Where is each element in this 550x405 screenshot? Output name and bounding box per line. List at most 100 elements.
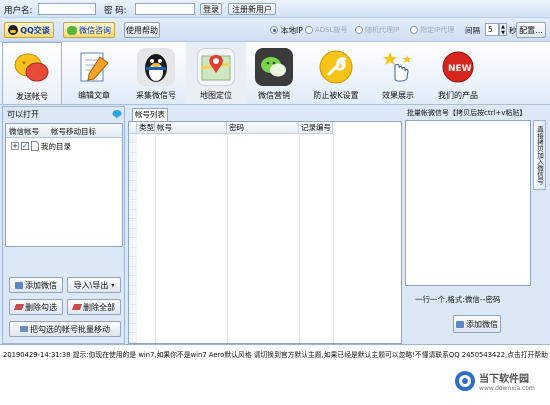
radio-adsl[interactable] — [305, 26, 313, 34]
wechat-consult-button[interactable]: 微信咨询 — [63, 22, 115, 38]
tool-map-location[interactable]: 地图定位 — [186, 42, 246, 104]
interval-spinner[interactable]: ▲ ▼ — [499, 23, 507, 36]
tab-move-target[interactable]: 帐号移动目标 — [51, 126, 96, 137]
chat-bubbles-icon: " — [13, 49, 51, 87]
tab-account-list[interactable]: 帐号列表 — [132, 108, 168, 122]
row-marker — [129, 295, 137, 305]
add-wechat-button[interactable]: 添加微信 — [9, 277, 63, 293]
row-marker — [129, 172, 137, 181]
import-export-button[interactable]: 导入\导出 ▾ — [67, 277, 121, 293]
watermark-url: www.downxia.com — [479, 385, 535, 392]
batch-input-title: 批量帐微信号【拷贝后按ctrl+v粘贴】 — [407, 109, 527, 117]
row-marker — [129, 248, 137, 257]
username-input[interactable] — [38, 3, 96, 15]
left-panel-title: 可以打开 — [7, 109, 39, 119]
wechat-icon — [255, 48, 293, 86]
username-label: 用户名: — [4, 6, 33, 16]
row-marker — [129, 143, 137, 153]
status-area: 20190429-14:31:38 提示:你现在使用的是 win7,如果你不是w… — [0, 344, 550, 405]
dropdown-arrow-icon: ▾ — [111, 281, 115, 289]
radio-adsl-label: ADSL拨号 — [315, 26, 348, 34]
col-header-type[interactable]: 类型 — [137, 122, 155, 134]
tool-send-account[interactable]: " 发送帐号 — [2, 42, 62, 104]
penguin-icon — [137, 48, 175, 86]
tool-edit-article[interactable]: 编辑文章 — [64, 42, 124, 104]
tool-map-location-label: 地图定位 — [200, 91, 232, 100]
row-marker — [129, 257, 137, 267]
options-bar: QQ交谈 微信咨询 使用帮助 本地IP ADSL拨号 随机代理IP 指定IP代理… — [0, 18, 550, 42]
row-marker — [129, 324, 137, 333]
batch-format-hint: 一行一个,格式:微信--密码 — [415, 295, 501, 304]
main-toolbar: " 发送帐号 编辑文章 采集微信号 地图定位 微信营销 防止被K设置 效果展示 … — [0, 42, 550, 105]
grid-corner — [129, 122, 137, 134]
side-tab-direct-copy[interactable]: 直接拷贝加入微信号 — [533, 120, 546, 190]
tool-wechat-marketing-label: 微信营销 — [258, 91, 290, 100]
row-marker — [129, 219, 137, 229]
tool-wechat-marketing[interactable]: 微信营销 — [244, 42, 304, 104]
col-header-record-id[interactable]: 记录编号 — [299, 122, 333, 134]
add-wechat-label: 添加微信 — [25, 280, 57, 290]
watermark-logo-icon — [455, 371, 475, 391]
delete-checked-button[interactable]: 删除勾选 — [9, 299, 63, 315]
interval-input[interactable]: 5 — [485, 23, 499, 36]
radio-fixed-proxy[interactable] — [410, 26, 418, 34]
batch-move-button[interactable]: 把勾选的帐号批量移动 — [9, 321, 121, 337]
row-marker — [129, 305, 137, 314]
move-icon — [20, 326, 28, 332]
row-marker — [129, 181, 137, 191]
tree-checkbox[interactable]: ✓ — [21, 142, 29, 150]
add-icon — [456, 320, 464, 328]
password-input[interactable] — [135, 3, 195, 15]
map-pin-icon — [197, 48, 235, 86]
tree-item-my-directory[interactable]: 我的目录 — [41, 141, 71, 152]
watermark: 当下软件园 www.downxia.com — [454, 370, 535, 392]
tool-our-products[interactable]: NEW 我们的产品 — [428, 42, 488, 104]
eraser-icon — [13, 304, 25, 310]
batch-move-label: 把勾选的帐号批量移动 — [30, 324, 110, 334]
register-button[interactable]: 注册新用户 — [228, 3, 276, 15]
pointer-stars-icon — [379, 48, 417, 86]
document-icon — [31, 141, 39, 154]
tool-collect-wechat[interactable]: 采集微信号 — [126, 42, 186, 104]
notepad-pencil-icon — [75, 48, 113, 86]
tool-effect-showcase-label: 效果展示 — [382, 91, 414, 100]
col-header-password[interactable]: 密码 — [227, 122, 299, 134]
account-tree-panel: 微信帐号 帐号移动目标 + ✓ 我的目录 — [5, 123, 123, 247]
radio-local-ip[interactable] — [270, 26, 278, 34]
tool-effect-showcase[interactable]: 效果展示 — [368, 42, 428, 104]
batch-input-textarea[interactable] — [405, 120, 531, 286]
qq-icon — [8, 25, 19, 35]
tool-our-products-label: 我们的产品 — [438, 91, 478, 100]
status-message[interactable]: 20190429-14:31:38 提示:你现在使用的是 win7,如果你不是w… — [3, 349, 548, 359]
help-button[interactable]: 使用帮助 — [124, 22, 160, 38]
login-button[interactable]: 登录 — [200, 3, 222, 15]
row-marker — [129, 314, 137, 324]
tree-tabs: 微信帐号 帐号移动目标 — [6, 124, 122, 138]
account-list-panel: 帐号列表 类型 帐号 密码 记录编号 — [128, 106, 402, 344]
tool-edit-article-label: 编辑文章 — [78, 91, 110, 100]
batch-input-panel: 批量帐微信号【拷贝后按ctrl+v粘贴】 直接拷贝加入微信号 一行一个,格式:微… — [405, 106, 548, 344]
qq-chat-label: QQ交谈 — [20, 25, 50, 35]
radio-fixed-proxy-label: 指定IP代理 — [420, 26, 455, 34]
login-bar: 用户名: 密 码: 登录 注册新用户 — [0, 0, 550, 18]
batch-add-wechat-label: 添加微信 — [466, 319, 498, 329]
batch-add-wechat-button[interactable]: 添加微信 — [453, 315, 501, 333]
radio-random-proxy[interactable] — [355, 26, 363, 34]
delete-all-button[interactable]: 删除全部 — [67, 299, 121, 315]
grid-line — [155, 134, 156, 343]
row-marker — [129, 210, 137, 219]
qq-chat-button[interactable]: QQ交谈 — [4, 22, 54, 38]
wechat-consult-label: 微信咨询 — [79, 25, 111, 35]
row-marker — [129, 229, 137, 238]
row-marker — [129, 134, 137, 143]
row-marker — [129, 200, 137, 210]
col-header-account[interactable]: 帐号 — [155, 122, 227, 134]
config-button[interactable]: 配置... — [516, 22, 546, 38]
password-label: 密 码: — [104, 6, 127, 16]
tree-expand-toggle[interactable]: + — [11, 142, 19, 150]
svg-text:NEW: NEW — [448, 64, 472, 74]
row-marker — [129, 333, 137, 343]
row-marker — [129, 191, 137, 200]
tool-anti-ban-settings[interactable]: 防止被K设置 — [306, 42, 366, 104]
tab-wechat-account[interactable]: 微信帐号 — [9, 126, 39, 137]
